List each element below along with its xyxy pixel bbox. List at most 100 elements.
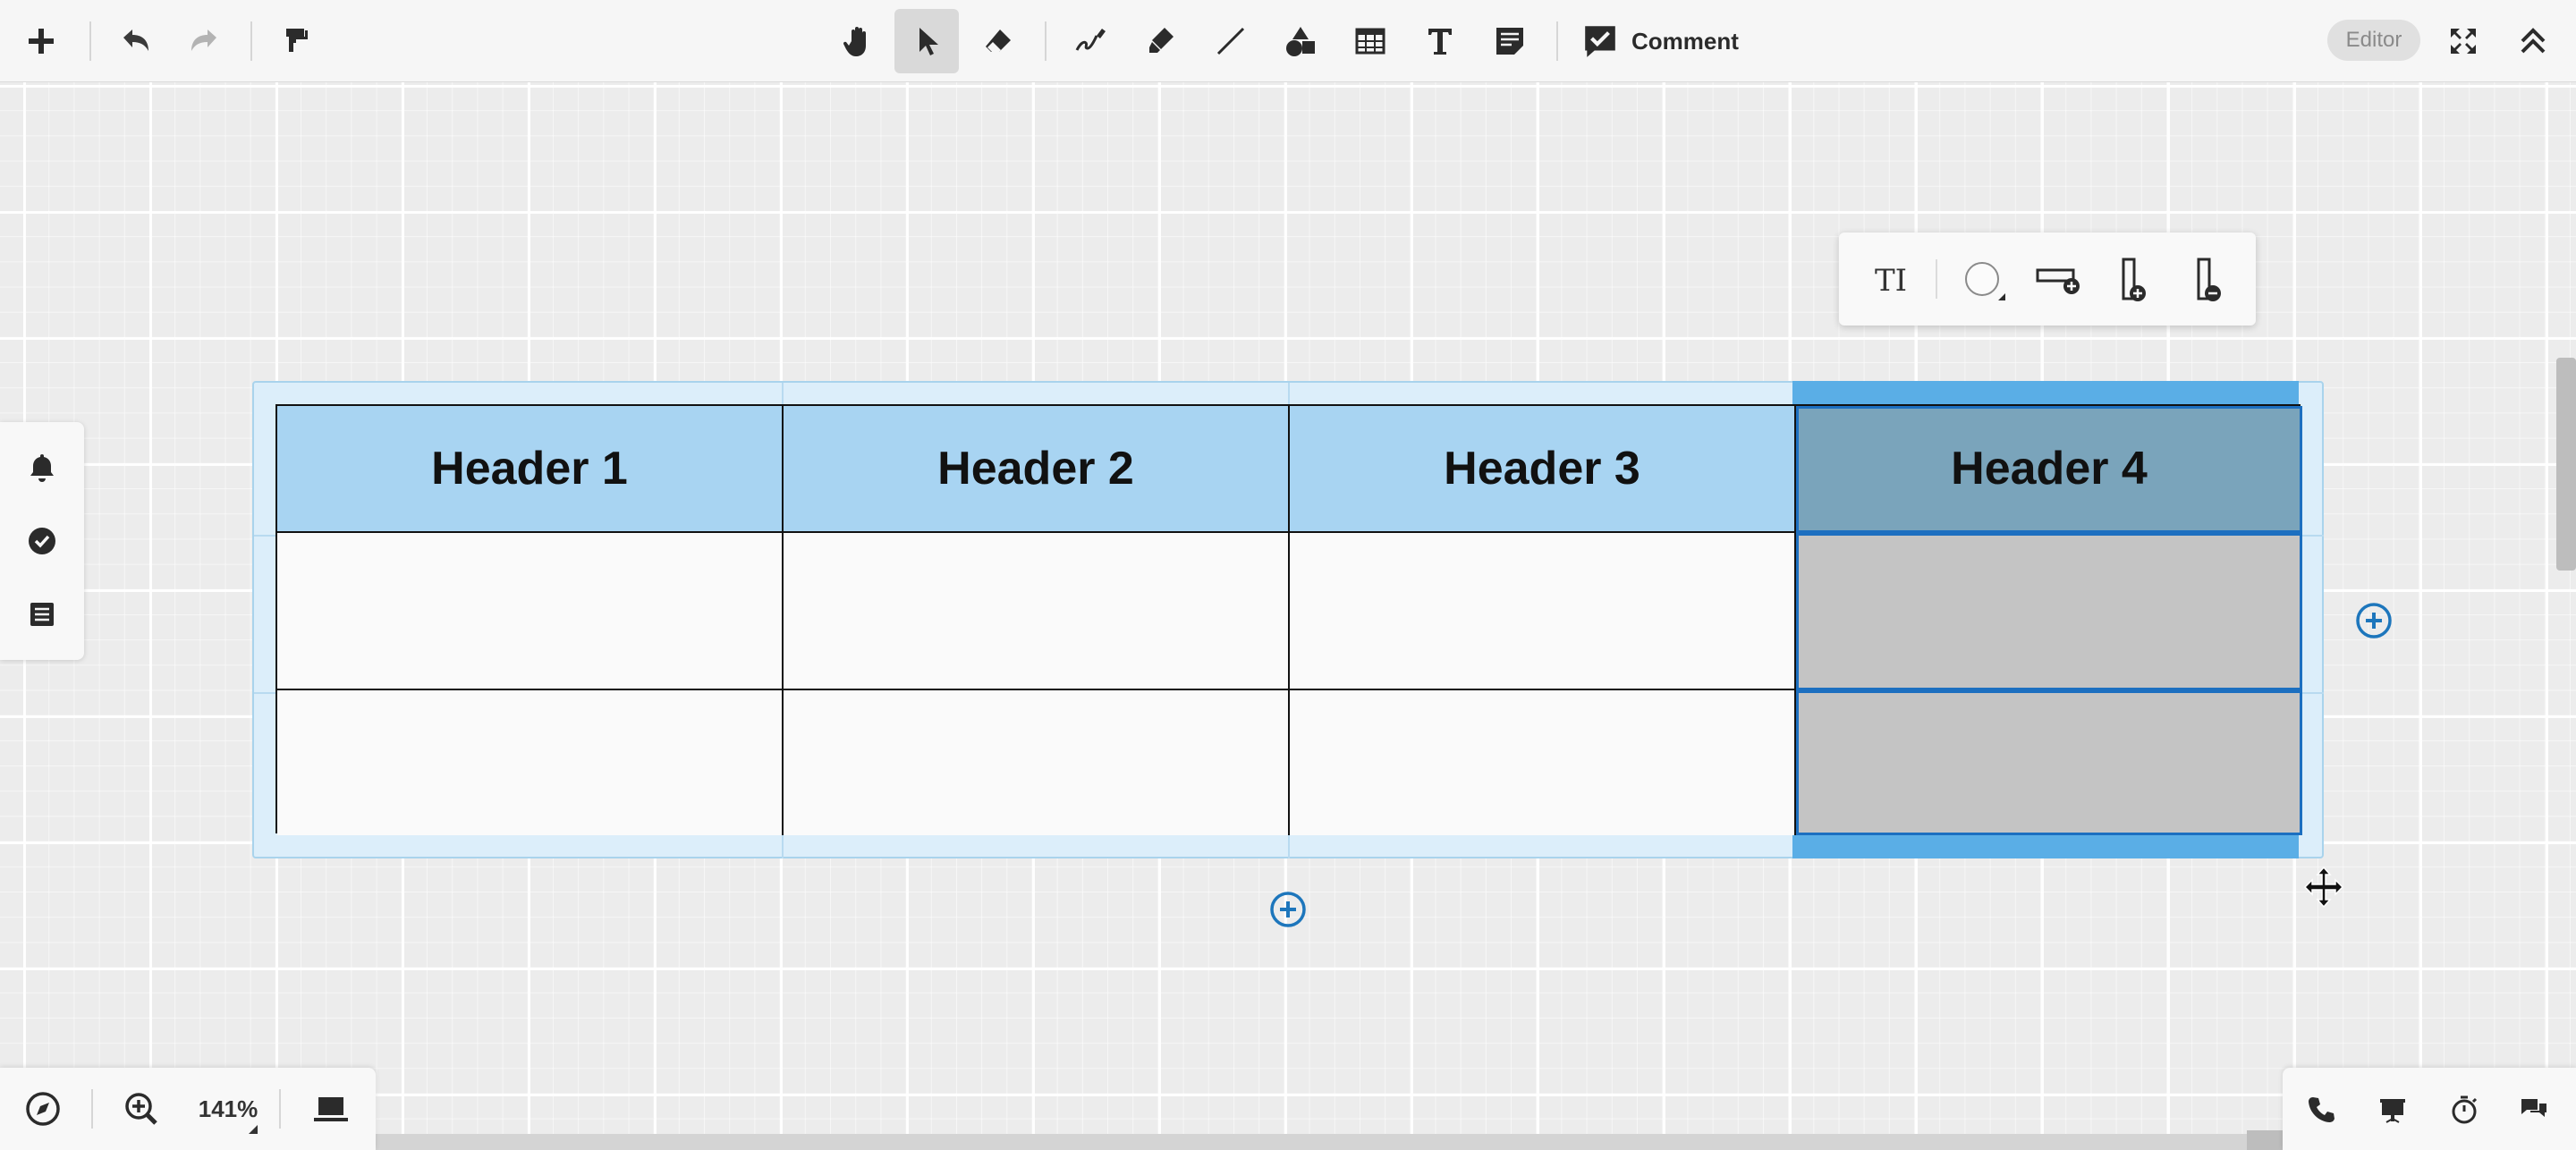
check-circle-icon: [29, 528, 55, 554]
undo-button[interactable]: [104, 9, 168, 73]
zoom-dropdown-caret[interactable]: [249, 1125, 258, 1134]
table-header-cell[interactable]: Header 3: [1290, 406, 1796, 533]
table-cell[interactable]: [277, 533, 784, 690]
add-row-plus-button[interactable]: [1268, 890, 1308, 929]
plus-circle-icon: [1270, 892, 1306, 927]
table-header-cell[interactable]: Header 2: [784, 406, 1290, 533]
table-cell-selected[interactable]: [1796, 690, 2302, 835]
vertical-scrollbar[interactable]: [2556, 358, 2576, 571]
table-cell-selected[interactable]: [1796, 533, 2302, 690]
call-button[interactable]: [2299, 1087, 2343, 1132]
select-tool-button[interactable]: [894, 9, 959, 73]
add-button[interactable]: [9, 9, 73, 73]
pen-tool-button[interactable]: [1059, 9, 1123, 73]
redo-button[interactable]: [172, 9, 236, 73]
line-tool-button[interactable]: [1199, 9, 1263, 73]
row-handle-divider: [2302, 535, 2324, 537]
sticky-note-tool-button[interactable]: [1478, 9, 1542, 73]
table-cell[interactable]: [277, 690, 784, 835]
table-cell[interactable]: [1290, 533, 1796, 690]
selected-column-handle-bottom[interactable]: [1792, 835, 2299, 858]
bell-icon: [30, 454, 54, 482]
text-format-button[interactable]: TI: [1864, 254, 1918, 308]
list-icon: [30, 603, 54, 626]
tasks-button[interactable]: [20, 519, 64, 563]
plus-circle-icon: [2356, 603, 2392, 638]
table-context-toolbar: TI: [1839, 233, 2256, 326]
add-row-button[interactable]: [2032, 254, 2086, 308]
row-handle-divider: [254, 692, 277, 694]
whiteboard-app: Comment Editor TI Header 1 Header 2 Head…: [0, 0, 2576, 1150]
table-header-cell-selected[interactable]: Header 4: [1796, 406, 2302, 533]
undo-icon: [123, 30, 148, 51]
comment-button[interactable]: Comment: [1574, 13, 1744, 70]
zoom-in-icon: [125, 1093, 157, 1125]
plus-icon: [29, 29, 54, 54]
table-cell[interactable]: [784, 690, 1290, 835]
hand-tool-button[interactable]: [826, 9, 891, 73]
text-tool-button[interactable]: [1408, 9, 1472, 73]
remove-column-icon: [2197, 258, 2221, 301]
highlighter-icon: [1149, 28, 1174, 53]
toolbar-divider: [89, 21, 91, 61]
table-header-cell[interactable]: Header 1: [277, 406, 784, 533]
collapse-toolbar-button[interactable]: [2501, 9, 2565, 73]
editor-badge: Editor: [2327, 20, 2420, 61]
column-handle-divider: [782, 383, 784, 406]
table-cell[interactable]: [784, 533, 1290, 690]
zoom-in-button[interactable]: [116, 1084, 166, 1134]
sticky-note-icon: [1496, 28, 1523, 55]
presentation-icon: [2380, 1099, 2405, 1123]
text-icon: [1428, 29, 1452, 55]
add-row-icon: [2036, 268, 2080, 294]
text-format-icon: TI: [1874, 263, 1908, 299]
device-view-button[interactable]: [306, 1084, 356, 1134]
table-cell[interactable]: [1290, 690, 1796, 835]
column-handle-divider: [782, 835, 784, 858]
toolbar-divider: [1556, 21, 1558, 61]
highlighter-tool-button[interactable]: [1129, 9, 1193, 73]
header-label: Header 3: [1444, 443, 1640, 495]
add-column-icon: [2122, 258, 2146, 301]
horizontal-scroll-track: [376, 1134, 2283, 1150]
toolbar-divider: [250, 21, 252, 61]
horizontal-scrollbar[interactable]: [2247, 1130, 2283, 1150]
hand-icon: [843, 27, 866, 56]
header-label: Header 2: [937, 443, 1134, 495]
column-handle-divider: [1288, 383, 1290, 406]
timer-button[interactable]: [2442, 1087, 2487, 1132]
fill-color-button[interactable]: [1959, 254, 2012, 308]
outline-button[interactable]: [20, 592, 64, 637]
fullscreen-icon: [2451, 29, 2476, 54]
navigator-button[interactable]: [18, 1084, 68, 1134]
notifications-button[interactable]: [20, 445, 64, 490]
header-label: Header 4: [1951, 443, 2148, 495]
column-handle-divider: [1288, 835, 1290, 858]
shapes-icon: [1286, 27, 1315, 56]
header-label: Header 1: [431, 443, 628, 495]
toolbar-divider: [1045, 21, 1046, 61]
bottom-right-panel: [2283, 1068, 2576, 1150]
fullscreen-button[interactable]: [2431, 9, 2496, 73]
selected-column-handle-top[interactable]: [1792, 381, 2299, 406]
panel-divider: [91, 1089, 93, 1129]
presentation-button[interactable]: [2370, 1087, 2415, 1132]
context-divider: [1936, 259, 1937, 299]
zoom-level[interactable]: 141%: [188, 1089, 268, 1129]
remove-column-button[interactable]: [2182, 254, 2236, 308]
eraser-tool-button[interactable]: [966, 9, 1030, 73]
panel-divider: [279, 1089, 281, 1129]
add-column-button[interactable]: [2107, 254, 2161, 308]
add-column-plus-button[interactable]: [2354, 601, 2394, 640]
row-handle-divider: [254, 535, 277, 537]
data-table[interactable]: Header 1 Header 2 Header 3 Header 4: [275, 404, 2302, 835]
compass-icon: [26, 1092, 60, 1126]
shapes-tool-button[interactable]: [1268, 9, 1333, 73]
row-handle-divider: [2302, 692, 2324, 694]
table-icon: [1355, 28, 1385, 55]
move-cursor-icon: [2303, 866, 2344, 909]
table-tool-button[interactable]: [1338, 9, 1402, 73]
eraser-icon: [986, 30, 1011, 52]
format-painter-button[interactable]: [265, 9, 329, 73]
chat-button[interactable]: [2512, 1087, 2556, 1132]
